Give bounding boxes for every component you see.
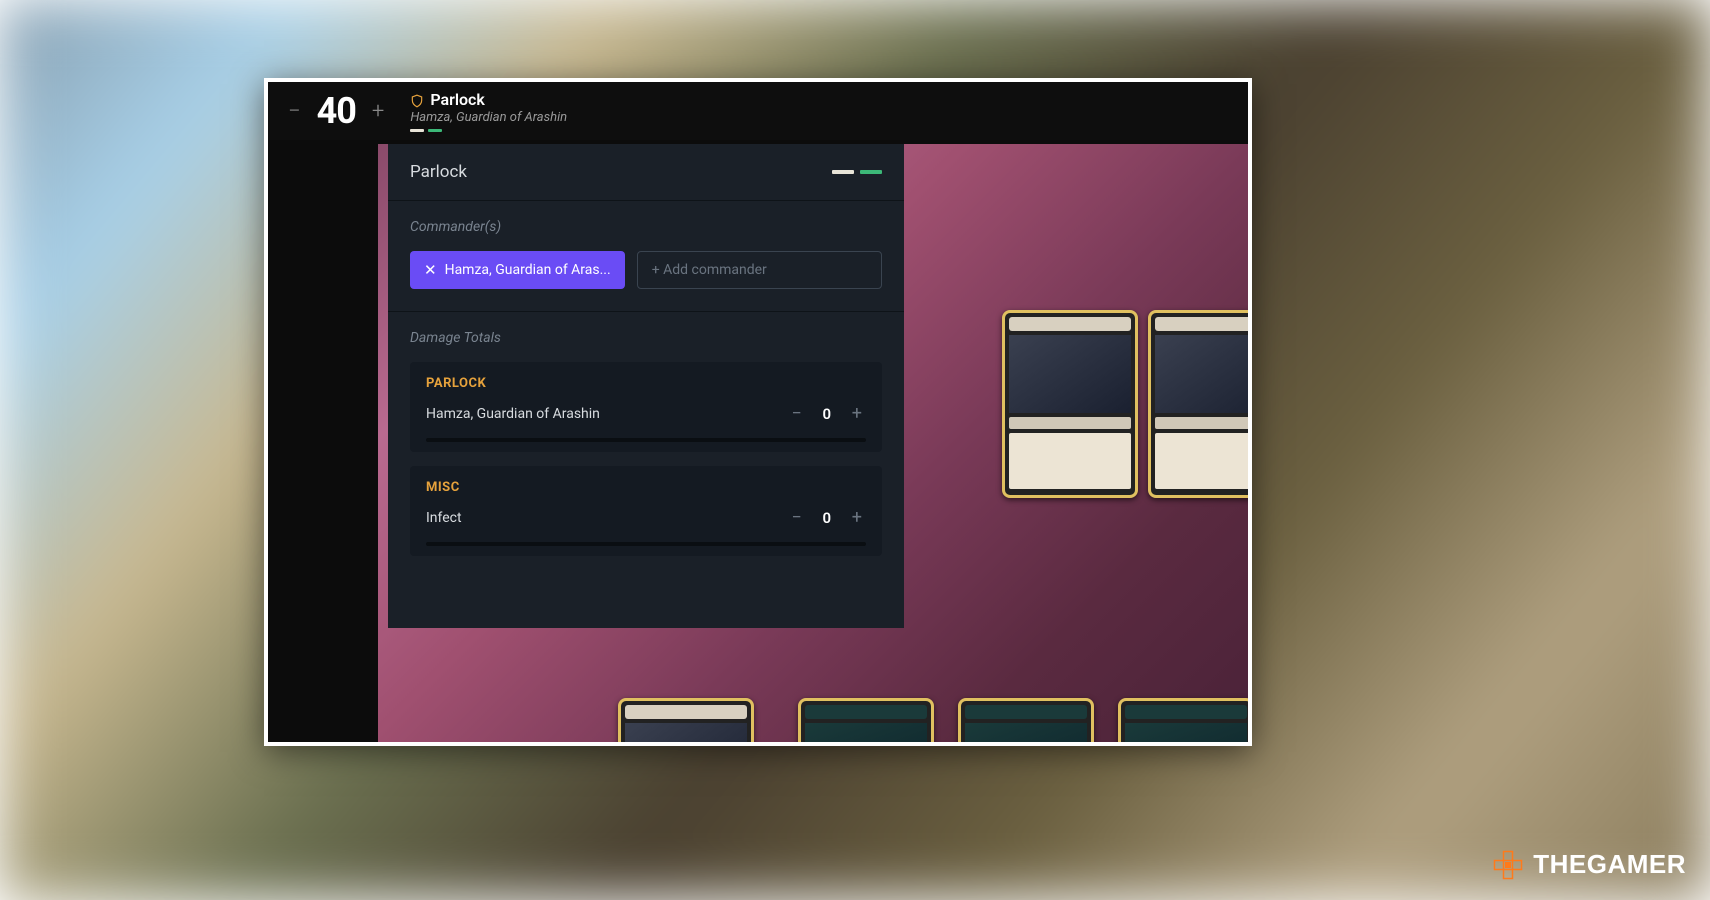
- damage-totals-section: Damage Totals PARLOCK Hamza, Guardian of…: [388, 311, 904, 628]
- commander-subtitle: Hamza, Guardian of Arashin: [410, 110, 567, 125]
- life-counter: − 40 +: [282, 90, 390, 132]
- mana-pip-green: [428, 129, 442, 132]
- damage-row: Infect − 0 +: [426, 505, 866, 530]
- panel-color-identity: [832, 170, 882, 174]
- game-card[interactable]: [1148, 310, 1252, 498]
- damage-row-label: Infect: [426, 510, 462, 526]
- game-card[interactable]: [1118, 698, 1252, 746]
- game-card[interactable]: [798, 698, 934, 746]
- commanders-label: Commander(s): [410, 219, 882, 235]
- damage-row-label: Hamza, Guardian of Arashin: [426, 406, 600, 422]
- life-minus-button[interactable]: −: [282, 95, 307, 128]
- panel-title: Parlock: [410, 162, 467, 182]
- commander-chip-label: Hamza, Guardian of Aras...: [445, 262, 611, 278]
- damage-value: 0: [820, 405, 834, 423]
- life-plus-button[interactable]: +: [366, 95, 390, 128]
- app-window: − 40 + Parlock Hamza, Guardian of Arashi…: [264, 78, 1252, 746]
- add-commander-input[interactable]: + Add commander: [637, 251, 882, 289]
- game-card[interactable]: [618, 698, 754, 746]
- damage-plus-button[interactable]: +: [848, 401, 866, 426]
- close-icon[interactable]: ✕: [424, 261, 437, 279]
- mana-pip-green: [860, 170, 882, 174]
- mana-pip-white: [832, 170, 854, 174]
- commander-chip[interactable]: ✕ Hamza, Guardian of Aras...: [410, 251, 625, 289]
- game-card[interactable]: [1002, 310, 1138, 498]
- shield-icon: [410, 93, 424, 107]
- damage-row: Hamza, Guardian of Arashin − 0 +: [426, 401, 866, 426]
- damage-minus-button[interactable]: −: [787, 401, 805, 426]
- damage-progress-bar: [426, 438, 866, 442]
- damage-group: PARLOCK Hamza, Guardian of Arashin − 0 +: [410, 362, 882, 452]
- damage-totals-label: Damage Totals: [410, 330, 882, 346]
- life-value: 40: [317, 90, 356, 132]
- watermark-logo-icon: [1493, 850, 1523, 880]
- player-detail-panel: Parlock Commander(s) ✕ Hamza, Guardian o…: [388, 144, 904, 628]
- damage-plus-button[interactable]: +: [848, 505, 866, 530]
- damage-group: MISC Infect − 0 +: [410, 466, 882, 556]
- commanders-section: Commander(s) ✕ Hamza, Guardian of Aras..…: [388, 200, 904, 311]
- player-top-bar: − 40 + Parlock Hamza, Guardian of Arashi…: [268, 82, 1248, 140]
- damage-minus-button[interactable]: −: [787, 505, 805, 530]
- color-identity: [410, 129, 567, 132]
- panel-header: Parlock: [388, 144, 904, 200]
- damage-value: 0: [820, 509, 834, 527]
- damage-group-title: PARLOCK: [426, 376, 866, 391]
- damage-group-title: MISC: [426, 480, 866, 495]
- player-name: Parlock: [430, 90, 485, 109]
- damage-progress-bar: [426, 542, 866, 546]
- player-info: Parlock Hamza, Guardian of Arashin: [410, 90, 567, 132]
- game-card[interactable]: [958, 698, 1094, 746]
- watermark-text: THEGAMER: [1533, 849, 1686, 880]
- site-watermark: THEGAMER: [1493, 849, 1686, 880]
- mana-pip-white: [410, 129, 424, 132]
